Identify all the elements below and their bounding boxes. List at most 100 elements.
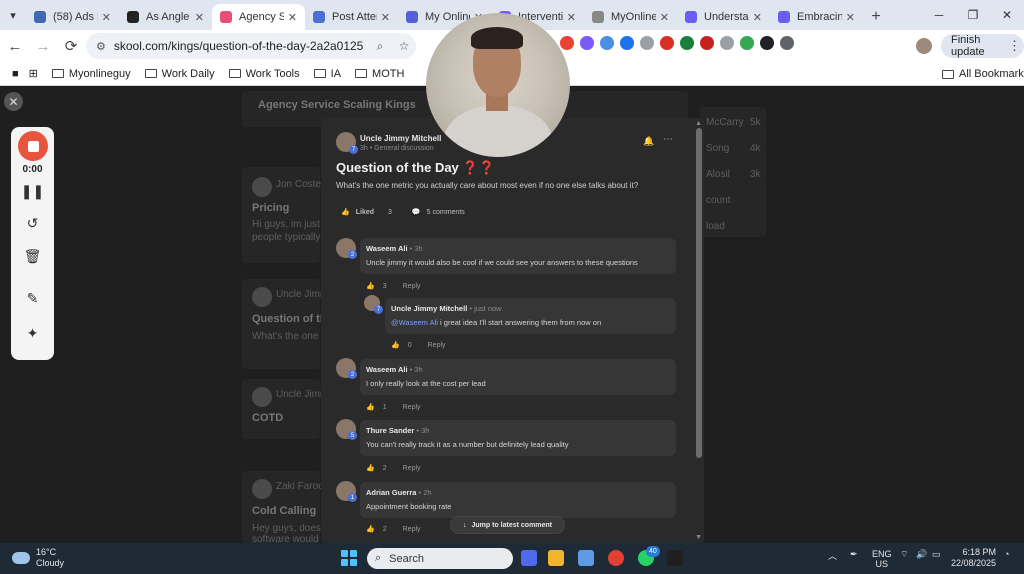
like-thumb-icon[interactable]: 👍	[366, 525, 375, 533]
reload-icon[interactable]: ⟳	[58, 33, 84, 59]
comment-author[interactable]: Adrian Guerra	[366, 488, 416, 497]
tab-groups-icon[interactable]: ⊞	[29, 67, 38, 80]
browser-tab[interactable]: Embracing ✕	[770, 4, 863, 30]
minimize-icon[interactable]: ─	[922, 0, 956, 30]
extension-icon[interactable]	[700, 36, 714, 50]
reply-button[interactable]: Reply	[403, 283, 421, 290]
comment-author[interactable]: Waseem Ali	[366, 365, 408, 374]
bookmark-moth[interactable]: MOTH	[355, 68, 404, 80]
system-clock[interactable]: 6:18 PM 22/08/2025	[948, 547, 996, 569]
bookmark-ia[interactable]: IA	[313, 68, 341, 80]
extension-icon[interactable]	[760, 36, 774, 50]
comments-count[interactable]: 5 comments	[427, 209, 465, 216]
like-thumb-icon[interactable]: 👍	[366, 464, 375, 472]
close-tab-icon[interactable]: ✕	[567, 11, 576, 24]
site-info-icon[interactable]: ⚙	[96, 40, 106, 53]
extension-icon[interactable]	[780, 36, 794, 50]
scroll-down-arrow-icon[interactable]: ▼	[695, 534, 702, 541]
profile-avatar[interactable]	[916, 38, 932, 54]
browser-tab[interactable]: As Angle ✕	[119, 4, 212, 30]
effects-icon[interactable]: ✦	[11, 325, 54, 342]
draw-pen-icon[interactable]: ✎	[11, 290, 54, 307]
close-tab-icon[interactable]: ✕	[288, 11, 297, 24]
new-tab-plus-icon[interactable]: +	[863, 4, 889, 30]
volume-icon[interactable]: 🔊	[916, 549, 927, 560]
close-window-icon[interactable]: ✕	[990, 0, 1024, 30]
extension-icon[interactable]	[620, 36, 634, 50]
close-tab-icon[interactable]: ✕	[660, 11, 669, 24]
task-view-icon[interactable]	[521, 550, 537, 566]
tab-search-chevron-icon[interactable]: ▾	[0, 0, 26, 30]
comment-author[interactable]: Uncle Jimmy Mitchell	[391, 304, 467, 313]
like-thumb-icon[interactable]: 👍	[391, 341, 400, 349]
reply-button[interactable]: Reply	[403, 526, 421, 533]
chrome-menu-icon[interactable]: ⋮	[1008, 38, 1021, 54]
scrollbar[interactable]	[696, 128, 702, 458]
extension-icon[interactable]	[720, 36, 734, 50]
chrome-icon[interactable]	[608, 550, 624, 566]
bookmark-work-daily[interactable]: Work Daily	[144, 68, 215, 80]
extension-icon[interactable]	[640, 36, 654, 50]
windows-start-icon[interactable]	[341, 550, 357, 566]
extension-icon[interactable]	[600, 36, 614, 50]
restart-icon[interactable]: ↺	[11, 215, 54, 232]
feed-post-card[interactable]	[242, 379, 320, 439]
reply-button[interactable]: Reply	[403, 465, 421, 472]
terminal-icon[interactable]	[667, 550, 683, 566]
tray-chevron-icon[interactable]: ︿	[828, 549, 837, 562]
mention-link[interactable]: @Waseem Ali	[391, 318, 438, 327]
pause-icon[interactable]: ❚❚	[11, 183, 54, 200]
notes-app-icon[interactable]	[578, 550, 594, 566]
browser-tab[interactable]: MyOnline ✕	[584, 4, 677, 30]
comment-author[interactable]: Waseem Ali	[366, 244, 408, 253]
extension-icon[interactable]	[560, 36, 574, 50]
notification-bell-icon[interactable]: ◔	[1004, 549, 1009, 559]
reply-button[interactable]: Reply	[403, 404, 421, 411]
bell-icon[interactable]: 🔔	[643, 136, 654, 147]
bookmark-myonlineguy[interactable]: Myonlineguy	[51, 68, 131, 80]
extension-icon[interactable]	[660, 36, 674, 50]
back-arrow-icon[interactable]: ←	[2, 33, 28, 59]
post-author[interactable]: Uncle Jimmy Mitchell	[360, 134, 441, 143]
pen-tray-icon[interactable]: ✒	[850, 549, 858, 560]
apps-grid-icon[interactable]: ■	[12, 68, 19, 80]
maximize-icon[interactable]: ❐	[956, 0, 990, 30]
battery-icon[interactable]: ▭	[932, 549, 941, 560]
browser-tab[interactable]: (58) Ads M ✕	[26, 4, 119, 30]
close-tab-icon[interactable]: ✕	[195, 11, 204, 24]
taskbar-search[interactable]: ⌕ Search	[367, 548, 513, 569]
close-recorder-icon[interactable]: ✕	[4, 92, 23, 111]
bookmark-star-icon[interactable]: ☆	[392, 39, 416, 53]
browser-tab[interactable]: Post Atter ✕	[305, 4, 398, 30]
like-thumb-icon[interactable]: 👍	[341, 208, 350, 216]
scroll-up-arrow-icon[interactable]: ▲	[695, 120, 702, 127]
like-thumb-icon[interactable]: 👍	[366, 403, 375, 411]
forward-arrow-icon[interactable]: →	[30, 33, 56, 59]
close-tab-icon[interactable]: ✕	[102, 11, 111, 24]
zoom-search-icon[interactable]: ⌕	[368, 39, 392, 54]
like-thumb-icon[interactable]: 👍	[366, 282, 375, 290]
extension-icon[interactable]	[580, 36, 594, 50]
file-explorer-icon[interactable]	[548, 550, 564, 566]
bookmark-work-tools[interactable]: Work Tools	[228, 68, 300, 80]
liked-label[interactable]: Liked	[356, 209, 374, 216]
address-bar[interactable]: ⚙ skool.com/kings/question-of-the-day-2a…	[86, 33, 416, 59]
comment-author[interactable]: Thure Sander	[366, 426, 414, 435]
all-bookmarks[interactable]: All Bookmarks	[942, 62, 1024, 86]
more-options-icon[interactable]: ⋯	[663, 134, 673, 145]
wifi-icon[interactable]: ⌔	[900, 549, 908, 560]
trash-icon[interactable]: 🗑	[11, 248, 54, 265]
browser-tab[interactable]: Agency Se ✕	[212, 4, 305, 30]
extension-icon[interactable]	[740, 36, 754, 50]
weather-widget[interactable]: 16°C Cloudy	[12, 547, 64, 569]
stop-recording-button[interactable]	[18, 131, 48, 161]
comment-bubble-icon[interactable]: 💬	[412, 208, 421, 216]
close-tab-icon[interactable]: ✕	[846, 11, 855, 24]
extension-icon[interactable]	[680, 36, 694, 50]
close-tab-icon[interactable]: ✕	[381, 11, 390, 24]
webcam-bubble[interactable]	[426, 13, 570, 157]
browser-tab[interactable]: Understa ✕	[677, 4, 770, 30]
reply-button[interactable]: Reply	[428, 342, 446, 349]
close-tab-icon[interactable]: ✕	[753, 11, 762, 24]
jump-to-latest-button[interactable]: ↓ Jump to latest comment	[450, 516, 566, 534]
